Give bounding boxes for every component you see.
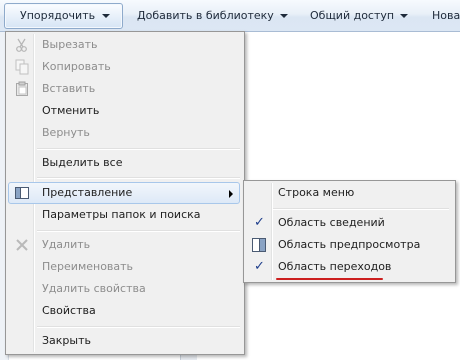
checkmark-icon: ✓ (254, 215, 265, 230)
menu-item-label: Свойства (42, 304, 96, 317)
menu-item-rename[interactable]: Переименовать (8, 256, 240, 278)
menu-item-properties[interactable]: Свойства (8, 300, 240, 322)
menu-item-label: Вырезать (42, 38, 98, 51)
clipboard-icon (16, 81, 28, 96)
organize-button[interactable]: Упорядочить (4, 3, 123, 29)
menu-item-label: Вернуть (42, 126, 90, 139)
preview-pane-icon (252, 238, 266, 252)
menu-item-select-all[interactable]: Выделить все (8, 152, 240, 174)
menu-item-label: Удалить (42, 238, 91, 251)
submenu-item-details-pane[interactable]: ✓ Область сведений (246, 212, 451, 234)
scissors-icon (16, 38, 27, 52)
delete-x-icon (16, 239, 28, 251)
new-folder-label: Нова (432, 9, 460, 22)
organize-menu: Вырезать Копировать Вставить Отменить Ве… (5, 31, 245, 355)
chevron-down-icon (400, 14, 409, 18)
menu-item-label: Вставить (42, 82, 96, 95)
highlight-underline (276, 278, 383, 280)
submenu-item-menu-bar[interactable]: Строка меню (246, 182, 451, 204)
menu-item-delete[interactable]: Удалить (8, 234, 240, 256)
menu-item-label: Переименовать (42, 260, 134, 273)
menu-item-close[interactable]: Закрыть (8, 330, 240, 352)
menu-item-redo[interactable]: Вернуть (8, 122, 240, 144)
menu-item-copy[interactable]: Копировать (8, 56, 240, 78)
command-bar: Упорядочить Добавить в библиотеку Общий … (0, 0, 460, 32)
menu-item-label: Удалить свойства (42, 282, 146, 295)
checkmark-icon: ✓ (254, 259, 265, 274)
chevron-down-icon (102, 14, 110, 18)
submenu-item-label: Область сведений (278, 216, 385, 229)
add-to-library-button[interactable]: Добавить в библиотеку (137, 0, 288, 31)
menu-item-label: Отменить (42, 104, 100, 117)
menu-separator (273, 208, 449, 210)
submenu-item-label: Область предпросмотра (278, 238, 421, 251)
add-to-library-label: Добавить в библиотеку (137, 9, 274, 22)
menu-item-cut[interactable]: Вырезать (8, 34, 240, 56)
menu-separator (37, 177, 240, 179)
menu-item-folder-options[interactable]: Параметры папок и поиска (8, 204, 240, 226)
layout-submenu: Строка меню ✓ Область сведений Область п… (243, 180, 456, 283)
menu-item-remove-properties[interactable]: Удалить свойства (8, 278, 240, 300)
menu-item-layout[interactable]: Представление (8, 182, 240, 204)
menu-item-label: Копировать (42, 60, 111, 73)
submenu-item-navigation-pane[interactable]: ✓ Область переходов (246, 256, 451, 278)
new-folder-button[interactable]: Нова (432, 0, 460, 31)
menu-item-undo[interactable]: Отменить (8, 100, 240, 122)
layout-icon (15, 187, 29, 199)
menu-item-label: Представление (42, 186, 133, 199)
share-label: Общий доступ (310, 9, 395, 22)
menu-separator (37, 326, 240, 328)
menu-separator (37, 230, 240, 232)
submenu-item-preview-pane[interactable]: Область предпросмотра (246, 234, 451, 256)
menu-item-label: Параметры папок и поиска (42, 208, 201, 221)
submenu-item-label: Строка меню (278, 186, 355, 199)
share-button[interactable]: Общий доступ (310, 0, 409, 31)
menu-item-label: Закрыть (42, 334, 91, 347)
organize-label: Упорядочить (20, 9, 96, 22)
menu-item-label: Выделить все (42, 156, 123, 169)
chevron-right-icon (229, 190, 233, 198)
menu-item-paste[interactable]: Вставить (8, 78, 240, 100)
menu-separator (37, 148, 240, 150)
copy-icon (15, 59, 29, 75)
submenu-item-label: Область переходов (278, 260, 392, 273)
chevron-down-icon (279, 14, 288, 18)
